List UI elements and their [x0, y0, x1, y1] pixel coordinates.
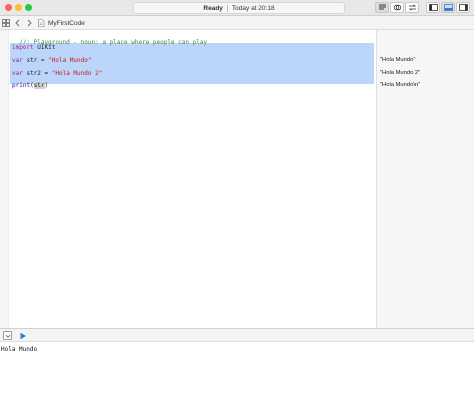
chevron-right-icon — [27, 19, 32, 27]
standard-editor-button[interactable] — [375, 2, 389, 13]
string-literal: "Hola Mundo" — [48, 57, 92, 64]
back-button[interactable] — [14, 18, 22, 28]
keyword-var: var — [12, 57, 23, 64]
toggle-navigator-button[interactable] — [426, 2, 440, 13]
status-state: Ready — [203, 4, 223, 12]
utilities-panel-icon — [458, 4, 468, 11]
minimize-window-button[interactable] — [15, 4, 22, 11]
forward-button[interactable] — [25, 18, 33, 28]
console-output: Hola Mundo — [1, 346, 38, 353]
status-divider — [226, 4, 228, 12]
status-timestamp: Today at 20:18 — [231, 4, 275, 12]
result-value[interactable]: "Hola Mundo 2" — [380, 70, 420, 76]
jump-bar: MyFirstCode — [0, 16, 474, 30]
chevron-left-icon — [15, 19, 20, 27]
version-editor-button[interactable] — [405, 2, 419, 13]
code-line-4[interactable]: var str2 = "Hola Mundo 2" — [12, 70, 102, 78]
run-button[interactable] — [18, 331, 27, 340]
console-area[interactable] — [0, 342, 474, 400]
zoom-window-button[interactable] — [25, 4, 32, 11]
breadcrumb-file[interactable]: MyFirstCode — [37, 18, 85, 28]
file-name: MyFirstCode — [48, 19, 85, 27]
toggle-debug-area-button[interactable] — [441, 2, 455, 13]
assistant-editor-button[interactable] — [390, 2, 404, 13]
module-name: UIKit — [33, 44, 56, 51]
result-value[interactable]: "Hola Mundo" — [380, 57, 415, 63]
string-literal: "Hola Mundo 2" — [51, 70, 103, 77]
navigator-panel-icon — [428, 4, 438, 11]
code-line-3[interactable]: var str = "Hola Mundo" — [12, 57, 92, 65]
keyword-var: var — [12, 70, 23, 77]
activity-status: Ready Today at 20:18 — [133, 2, 345, 14]
title-bar: Ready Today at 20:18 — [0, 0, 474, 16]
hide-panel-icon — [5, 334, 10, 338]
function-call: print — [12, 82, 31, 89]
editor-gutter — [0, 30, 9, 328]
standard-editor-icon — [378, 4, 386, 10]
related-items-button[interactable] — [2, 18, 10, 28]
close-window-button[interactable] — [5, 4, 12, 11]
playground-file-icon — [38, 19, 45, 27]
code-line-5[interactable]: print(str) — [12, 82, 48, 90]
grid-icon — [2, 19, 10, 27]
assistant-editor-icon — [393, 4, 401, 11]
hide-debug-area-button[interactable] — [3, 331, 12, 340]
var-declaration: str = — [22, 57, 49, 64]
code-line-2[interactable]: import UIKit — [12, 44, 55, 52]
argument: str — [33, 82, 45, 89]
version-arrows-icon — [408, 4, 416, 11]
debug-bar — [0, 328, 474, 342]
keyword-import: import — [12, 44, 34, 51]
debug-panel-icon — [443, 4, 453, 11]
toggle-utilities-button[interactable] — [456, 2, 470, 13]
play-icon — [20, 332, 26, 339]
result-value[interactable]: "Hola Mundo\n" — [380, 82, 420, 88]
var-declaration: str2 = — [22, 70, 52, 77]
close-paren: ) — [44, 82, 49, 89]
